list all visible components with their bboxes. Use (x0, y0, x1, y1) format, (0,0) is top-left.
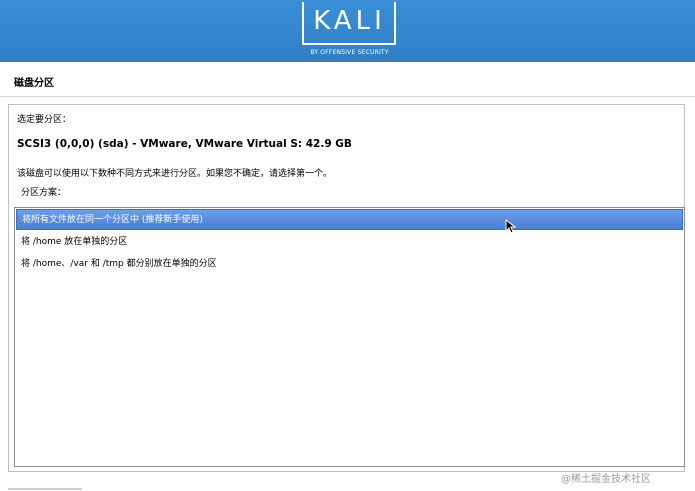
option-separate-home[interactable]: 将 /home 放在单独的分区 (16, 232, 683, 253)
kali-logo: KALI BY OFFENSIVE SECURITY (300, 0, 399, 58)
mouse-pointer-icon (505, 219, 517, 234)
page-title: 磁盘分区 (14, 78, 54, 89)
logo-subtitle: BY OFFENSIVE SECURITY (310, 49, 389, 56)
divider (0, 96, 695, 97)
logo-text: KALI (313, 6, 386, 36)
description-text: 该磁盘可以使用以下数种不同方式来进行分区。如果您不确定，请选择第一个。 (17, 169, 333, 179)
option-separate-home-var-tmp[interactable]: 将 /home、/var 和 /tmp 都分别放在单独的分区 (16, 254, 683, 275)
kali-banner: KALI BY OFFENSIVE SECURITY (0, 0, 695, 62)
disk-info: SCSI3 (0,0,0) (sda) - VMware, VMware Vir… (17, 138, 352, 150)
bottom-divider (8, 488, 82, 490)
option-all-in-one[interactable]: 将所有文件放在同一个分区中 (推荐新手使用) (16, 209, 683, 230)
select-label: 选定要分区： (17, 115, 72, 125)
scheme-label: 分区方案： (21, 188, 67, 198)
watermark: @稀土掘金技术社区 (561, 474, 651, 485)
partition-scheme-list[interactable]: 将所有文件放在同一个分区中 (推荐新手使用) 将 /home 放在单独的分区 将… (14, 207, 685, 467)
